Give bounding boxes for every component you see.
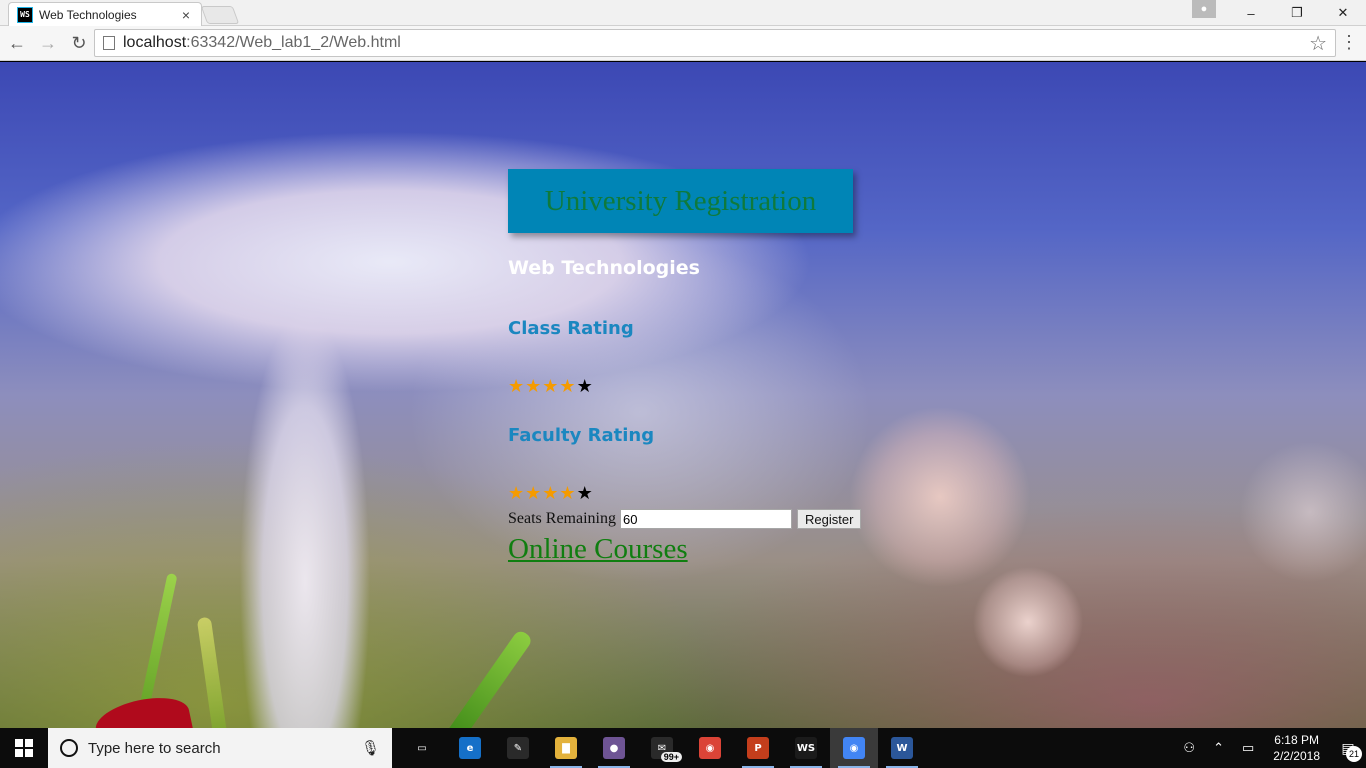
url-path: :63342/Web_lab1_2/Web.html <box>186 34 401 51</box>
search-placeholder: Type here to search <box>88 739 221 757</box>
clock-time: 6:18 PM <box>1274 733 1319 747</box>
word-glyph-icon: W <box>891 737 913 759</box>
star-empty-icon[interactable]: ★ <box>577 377 593 395</box>
star-filled-icon[interactable]: ★ <box>525 377 541 395</box>
taskbar-word-icon[interactable]: W <box>878 728 926 768</box>
menu-icon[interactable]: ⋮ <box>1340 32 1358 53</box>
back-arrow-icon[interactable]: ← <box>3 29 31 57</box>
star-filled-icon[interactable]: ★ <box>525 484 541 502</box>
online-courses-link[interactable]: Online Courses <box>508 533 688 566</box>
browser-titlebar: WS Web Technologies × ● – ❐ ✕ <box>0 0 1366 26</box>
new-tab-button[interactable] <box>200 6 240 24</box>
taskbar-paint-icon[interactable]: ✎ <box>494 728 542 768</box>
system-tray: ⚇ ⌃ ▭ 6:18 PM 2/2/2018 ▤21 <box>1174 728 1366 768</box>
star-filled-icon[interactable]: ★ <box>559 377 575 395</box>
taskbar-powerpoint-icon[interactable]: P <box>734 728 782 768</box>
profile-avatar-icon[interactable]: ● <box>1192 0 1216 18</box>
clock[interactable]: 6:18 PM 2/2/2018 <box>1263 732 1330 764</box>
subject-heading: Web Technologies <box>508 257 700 279</box>
faculty-rating-stars: ★ ★ ★ ★ ★ <box>508 484 928 502</box>
bookmark-star-icon[interactable]: ☆ <box>1309 31 1327 56</box>
edge-glyph-icon: e <box>459 737 481 759</box>
taskbar-webstorm-icon[interactable]: WS <box>782 728 830 768</box>
webstorm-favicon-icon: WS <box>17 6 33 23</box>
taskbar-edge-icon[interactable]: e <box>446 728 494 768</box>
class-rating-stars: ★ ★ ★ ★ ★ <box>508 377 928 395</box>
seats-remaining-label: Seats Remaining <box>508 510 616 527</box>
clock-date: 2/2/2018 <box>1273 749 1320 763</box>
github-desktop-glyph-icon: ● <box>603 737 625 759</box>
taskbar-file-explorer-icon[interactable]: ▇ <box>542 728 590 768</box>
forward-arrow-icon[interactable]: → <box>34 29 62 57</box>
minimize-button[interactable]: – <box>1228 0 1274 26</box>
mail-badge: 99+ <box>660 752 682 762</box>
background-decoration <box>444 628 534 728</box>
title-banner: University Registration <box>508 169 853 233</box>
chrome-glyph-icon: ◉ <box>699 737 721 759</box>
taskbar-github-desktop-icon[interactable]: ● <box>590 728 638 768</box>
tab-close-icon[interactable]: × <box>179 7 193 23</box>
background-decoration <box>196 616 228 728</box>
notification-count: 21 <box>1346 746 1362 762</box>
task-view-glyph-icon: ▭ <box>417 742 427 754</box>
seats-row: Seats Remaining Register <box>508 509 928 529</box>
taskbar-chrome-icon[interactable]: ◉ <box>686 728 734 768</box>
close-window-button[interactable]: ✕ <box>1320 0 1366 26</box>
page-title: University Registration <box>544 184 817 217</box>
window-controls: ● – ❐ ✕ <box>1180 0 1366 26</box>
star-filled-icon[interactable]: ★ <box>542 484 558 502</box>
taskbar-chrome-active-icon[interactable]: ◉ <box>830 728 878 768</box>
browser-tab[interactable]: WS Web Technologies × <box>8 2 202 26</box>
star-empty-icon[interactable]: ★ <box>577 484 593 502</box>
chrome-active-glyph-icon: ◉ <box>843 737 865 759</box>
faculty-rating-heading: Faculty Rating <box>508 425 655 446</box>
registration-content: University Registration Web Technologies… <box>508 169 928 566</box>
url-host: localhost <box>123 34 187 51</box>
tab-title: Web Technologies <box>39 7 137 22</box>
file-explorer-glyph-icon: ▇ <box>555 737 577 759</box>
page-icon <box>103 36 115 50</box>
microphone-icon[interactable]: 🎙 <box>361 739 380 757</box>
page-viewport: University Registration Web Technologies… <box>0 62 1366 728</box>
people-icon[interactable]: ⚇ <box>1174 740 1204 756</box>
star-filled-icon[interactable]: ★ <box>508 484 524 502</box>
class-rating-heading: Class Rating <box>508 318 634 339</box>
action-center-icon[interactable]: ▤21 <box>1330 728 1366 768</box>
powerpoint-glyph-icon: P <box>747 737 769 759</box>
address-bar[interactable]: localhost:63342/Web_lab1_2/Web.html ☆ <box>94 29 1336 57</box>
cortana-icon <box>60 739 78 757</box>
webstorm-glyph-icon: WS <box>795 737 817 759</box>
battery-icon[interactable]: ▭ <box>1233 740 1263 756</box>
seats-remaining-input[interactable] <box>619 509 792 529</box>
restore-button[interactable]: ❐ <box>1274 0 1320 26</box>
url-text[interactable]: localhost:63342/Web_lab1_2/Web.html <box>123 34 1309 52</box>
star-filled-icon[interactable]: ★ <box>559 484 575 502</box>
chevron-up-icon[interactable]: ⌃ <box>1204 740 1233 756</box>
star-filled-icon[interactable]: ★ <box>542 377 558 395</box>
register-button[interactable]: Register <box>796 509 862 529</box>
reload-icon[interactable]: ↻ <box>65 29 93 57</box>
taskbar-search[interactable]: Type here to search 🎙 <box>48 728 392 768</box>
taskbar-mail-icon[interactable]: ✉ 99+ <box>638 728 686 768</box>
taskbar-apps: ▭ e ✎ ▇ ● ✉ 99+ ◉ P WS ◉ W <box>398 728 926 768</box>
browser-toolbar: ← → ↻ localhost:63342/Web_lab1_2/Web.htm… <box>0 26 1366 61</box>
star-filled-icon[interactable]: ★ <box>508 377 524 395</box>
paint-glyph-icon: ✎ <box>507 737 529 759</box>
windows-logo-icon <box>15 739 33 757</box>
taskbar-task-view-icon[interactable]: ▭ <box>398 728 446 768</box>
windows-taskbar: Type here to search 🎙 ▭ e ✎ ▇ ● ✉ 99+ ◉ P WS ◉ W ⚇ … <box>0 728 1366 768</box>
start-button[interactable] <box>0 728 48 768</box>
